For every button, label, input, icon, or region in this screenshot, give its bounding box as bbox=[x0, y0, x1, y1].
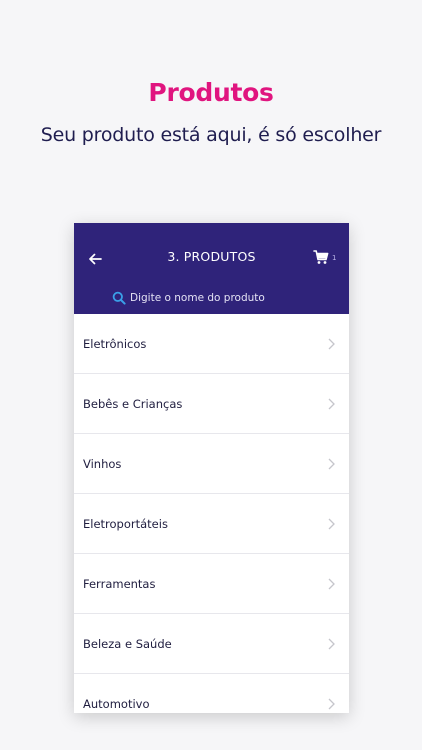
list-item-label: Ferramentas bbox=[83, 576, 156, 591]
cart-count-badge: 1 bbox=[332, 254, 337, 262]
search-icon bbox=[112, 291, 126, 305]
list-item-beleza-e-saude[interactable]: Beleza e Saúde bbox=[74, 614, 349, 674]
search-bar[interactable] bbox=[112, 289, 310, 307]
list-item-eletroportateis[interactable]: Eletroportáteis bbox=[74, 494, 349, 554]
list-item-bebes-e-criancas[interactable]: Bebês e Crianças bbox=[74, 374, 349, 434]
list-item-label: Eletrônicos bbox=[83, 336, 147, 351]
list-item-label: Beleza e Saúde bbox=[83, 636, 172, 651]
chevron-right-icon bbox=[328, 638, 335, 650]
list-item-automotivo[interactable]: Automotivo bbox=[74, 674, 349, 713]
chevron-right-icon bbox=[328, 338, 335, 350]
cart-icon bbox=[313, 250, 329, 264]
list-item-vinhos[interactable]: Vinhos bbox=[74, 434, 349, 494]
app-header: 3. PRODUTOS 1 bbox=[74, 223, 349, 314]
list-item-eletronicos[interactable]: Eletrônicos bbox=[74, 314, 349, 374]
category-list: Eletrônicos Bebês e Crianças Vinhos Elet… bbox=[74, 314, 349, 713]
list-item-label: Automotivo bbox=[83, 696, 150, 711]
list-item-label: Vinhos bbox=[83, 456, 122, 471]
chevron-right-icon bbox=[328, 518, 335, 530]
screen-title: 3. PRODUTOS bbox=[167, 249, 256, 264]
page-title: Produtos bbox=[148, 78, 274, 107]
chevron-right-icon bbox=[328, 698, 335, 710]
list-item-ferramentas[interactable]: Ferramentas bbox=[74, 554, 349, 614]
list-item-label: Eletroportáteis bbox=[83, 516, 168, 531]
chevron-right-icon bbox=[328, 398, 335, 410]
search-input[interactable] bbox=[130, 292, 310, 304]
phone-screen: 3. PRODUTOS 1 Eletrônicos Bebês e Crianç… bbox=[74, 223, 349, 713]
list-item-label: Bebês e Crianças bbox=[83, 396, 183, 411]
chevron-right-icon bbox=[328, 578, 335, 590]
chevron-right-icon bbox=[328, 458, 335, 470]
page-subtitle: Seu produto está aqui, é só escolher bbox=[40, 124, 382, 146]
